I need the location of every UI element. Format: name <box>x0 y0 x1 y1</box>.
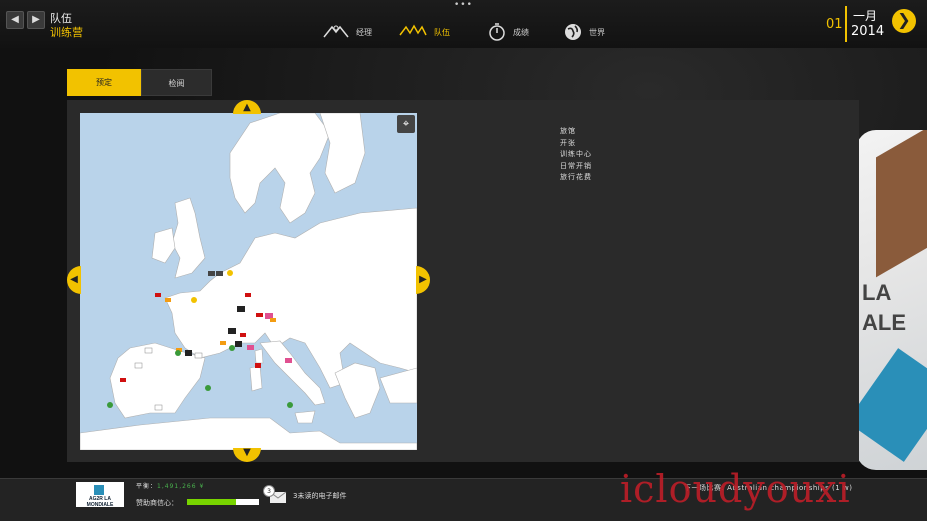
date-year: 2014 <box>851 24 885 39</box>
team-jersey-image: LA ALE <box>856 130 927 470</box>
balance-value: 1,491,266 ¥ <box>157 483 205 490</box>
nav-team-label: 队伍 <box>434 27 450 37</box>
europe-map[interactable] <box>80 113 417 450</box>
back-button[interactable]: ◀ <box>6 11 24 29</box>
unread-mail-text[interactable]: 3未读的电子邮件 <box>293 491 346 501</box>
nav-team[interactable]: 队伍 <box>398 22 450 42</box>
team-icon <box>399 24 427 36</box>
date-separator <box>845 6 847 42</box>
legend-training-center: 训练中心 <box>560 150 592 158</box>
balance-label: 平衡： <box>136 483 158 490</box>
map-land <box>80 113 417 450</box>
legend-opening: 开张 <box>560 138 576 147</box>
chevron-up-icon: ▲ <box>243 102 251 113</box>
top-bar: ◀ ▶ 队伍 训练营 ••• 经理 队伍 成绩 世界 01 一月 2014 ❯ <box>0 0 927 48</box>
chevron-down-icon: ▼ <box>243 447 251 458</box>
cost-legend: 旅馆 开张 训练中心 日常开销 旅行花费 <box>560 126 592 184</box>
nav-world[interactable]: 世界 <box>563 22 605 42</box>
chevron-right-icon: ▶ <box>419 274 427 285</box>
legend-travel-cost: 旅行花费 <box>560 173 592 181</box>
nav-results-label: 成绩 <box>513 27 529 37</box>
zoom-button[interactable]: ⌖ <box>397 115 415 133</box>
nav-world-label: 世界 <box>589 27 605 37</box>
team-logo-text: AG2R LA MONDIALE <box>86 496 114 508</box>
legend-daily-expenses: 日常开销 <box>560 161 592 170</box>
forward-button[interactable]: ▶ <box>27 11 45 29</box>
balance: 平衡：1,491,266 ¥ <box>136 481 204 490</box>
unread-mail-count: 3 <box>263 485 275 497</box>
next-day-button[interactable]: ❯ <box>892 9 916 33</box>
chevron-left-icon: ◀ <box>11 14 19 25</box>
globe-icon <box>565 24 581 40</box>
date-month: 一月 <box>853 9 878 23</box>
manager-icon <box>323 25 349 38</box>
chevron-right-icon: ▶ <box>32 14 40 25</box>
team-logo[interactable]: AG2R LA MONDIALE <box>76 482 124 508</box>
chevron-left-icon: ◀ <box>70 274 78 285</box>
watermark: icloudyouxi <box>620 467 851 511</box>
tab-review[interactable]: 检阅 <box>141 69 212 96</box>
legend-hotel: 旅馆 <box>560 127 576 135</box>
sponsor-confidence-label: 赞助商信心： <box>136 499 178 507</box>
chevron-right-icon: ❯ <box>897 10 911 29</box>
nav-manager[interactable]: 经理 <box>322 22 372 42</box>
nav-results[interactable]: 成绩 <box>487 22 529 42</box>
menu-dots-button[interactable]: ••• <box>454 0 473 10</box>
zoom-out-icon: ⌖ <box>402 117 410 130</box>
page-title: 训练营 <box>50 26 83 39</box>
sponsor-confidence-bar <box>187 499 259 505</box>
stopwatch-icon <box>489 23 505 41</box>
tab-booking[interactable]: 预定 <box>67 69 141 96</box>
date-day: 01 <box>826 17 843 32</box>
sponsor-confidence-fill <box>187 499 236 505</box>
nav-manager-label: 经理 <box>356 27 372 37</box>
